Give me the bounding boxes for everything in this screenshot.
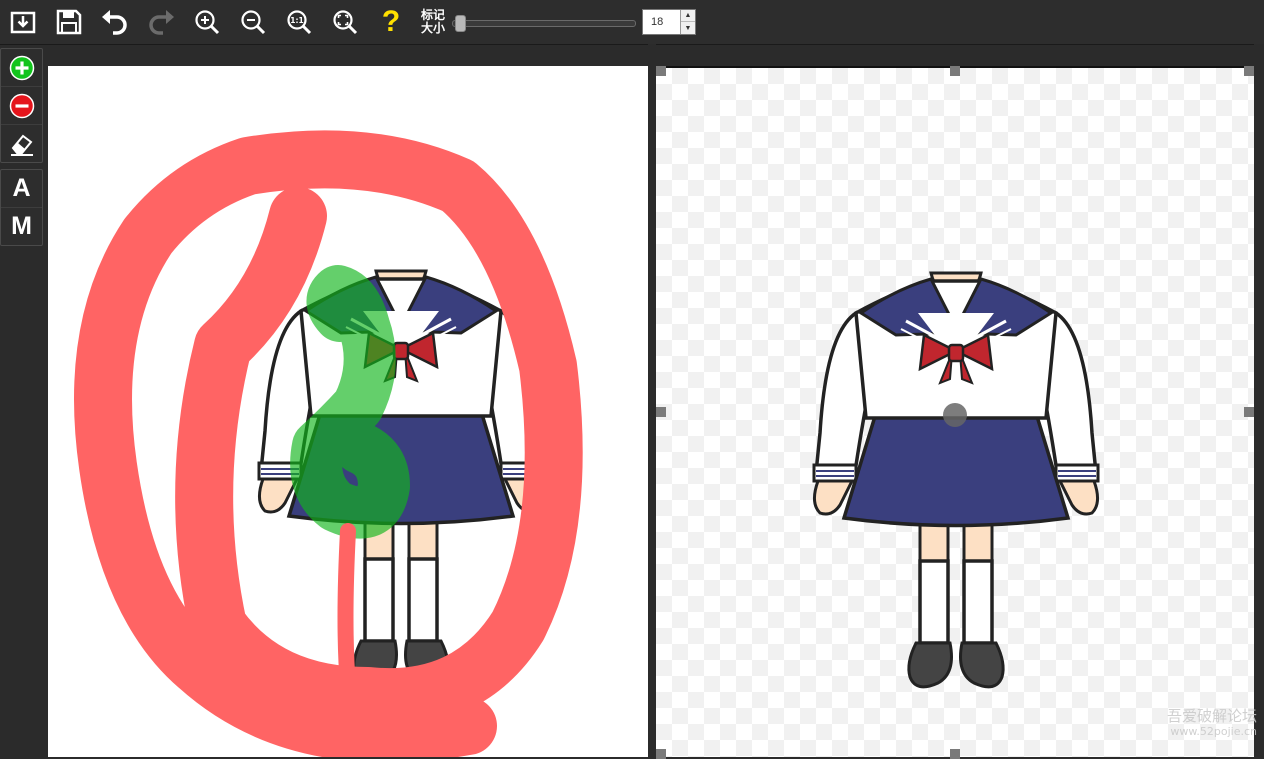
mark-size-label: 标记 大小 (420, 8, 445, 35)
source-image (74, 130, 583, 757)
spin-down-button[interactable]: ▼ (681, 22, 695, 34)
zoom-in-icon (195, 10, 220, 35)
redo-button[interactable] (138, 0, 184, 44)
right-edge (1254, 44, 1264, 757)
spin-up-button[interactable]: ▲ (681, 10, 695, 22)
handle-middle-right[interactable] (1244, 407, 1254, 417)
brush-size-slider[interactable] (452, 12, 636, 32)
mark-tools-group (0, 48, 43, 163)
manual-mode-button[interactable]: M (1, 208, 42, 245)
save-icon (56, 9, 82, 35)
zoom-actual-label: 1:1 (290, 16, 303, 25)
redo-icon (149, 10, 174, 35)
zoom-actual-size-button[interactable]: 1:1 (276, 0, 322, 44)
brush-size-value[interactable]: 18 (651, 16, 663, 28)
eraser-icon (10, 134, 33, 156)
zoom-actual-size-icon: 1:1 (287, 10, 312, 35)
handle-bottom-center[interactable] (950, 749, 960, 759)
zoom-in-button[interactable] (184, 0, 230, 44)
watermark-line2: www.52pojie.cn (1170, 725, 1257, 738)
brush-size-spinbox[interactable]: 18 ▲ ▼ (642, 9, 696, 35)
plus-circle-icon (9, 55, 34, 80)
panel-divider (648, 44, 656, 757)
watermark-line1: 吾爱破解论坛 (1166, 707, 1257, 725)
spin-arrows: ▲ ▼ (680, 10, 695, 34)
source-canvas[interactable] (48, 66, 648, 757)
zoom-fit-button[interactable] (322, 0, 368, 44)
remove-mark-button[interactable] (1, 87, 42, 125)
slider-track (452, 20, 636, 27)
tool-sidebar: A M (0, 48, 43, 252)
help-button[interactable]: ? (368, 0, 414, 44)
watermark: 吾爱破解论坛 www.52pojie.cn (1142, 708, 1257, 739)
zoom-out-icon (241, 10, 266, 35)
mode-group: A M (0, 169, 43, 246)
keep-mark-button[interactable] (1, 49, 42, 87)
handle-top-right[interactable] (1244, 66, 1254, 76)
rotation-center-handle[interactable] (943, 403, 967, 427)
slider-thumb[interactable] (455, 15, 467, 32)
save-button[interactable] (46, 0, 92, 44)
handle-middle-left[interactable] (656, 407, 666, 417)
eraser-button[interactable] (1, 125, 42, 162)
handle-top-left[interactable] (656, 66, 666, 76)
zoom-out-button[interactable] (230, 0, 276, 44)
auto-mode-button[interactable]: A (1, 170, 42, 208)
remove-mark-center-stroke (337, 523, 356, 694)
handle-top-center[interactable] (950, 66, 960, 76)
preview-image (812, 271, 1100, 689)
preview-figure (812, 271, 1100, 689)
undo-button[interactable] (92, 0, 138, 44)
handle-bottom-left[interactable] (656, 749, 666, 759)
minus-circle-icon (9, 93, 34, 118)
open-icon (10, 11, 36, 34)
undo-icon (102, 10, 127, 35)
toolbar: 1:1 ? 标记 大小 18 ▲ ▼ (0, 0, 1264, 45)
help-icon: ? (381, 5, 401, 38)
zoom-fit-icon (333, 10, 358, 35)
preview-canvas[interactable] (656, 66, 1254, 757)
open-button[interactable] (0, 0, 46, 44)
